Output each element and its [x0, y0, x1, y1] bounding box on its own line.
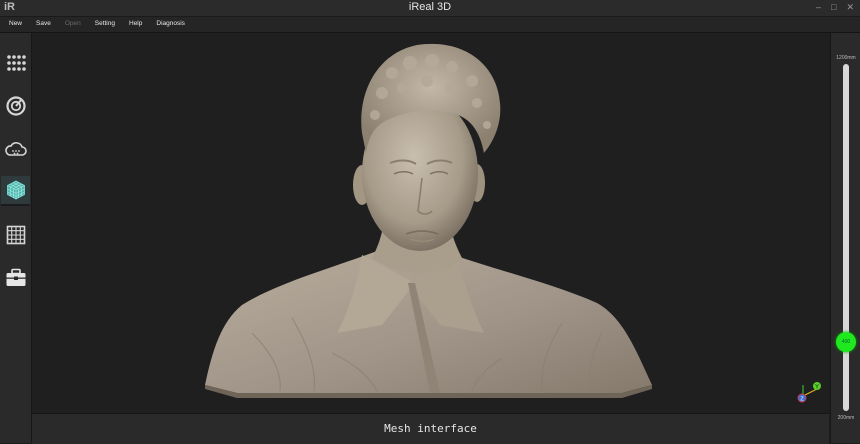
menu-setting[interactable]: Setting — [95, 20, 115, 27]
minimize-button[interactable]: – — [816, 2, 821, 13]
menu-new[interactable]: New — [9, 20, 22, 27]
mesh-model: Y Z — [205, 43, 821, 403]
window-controls: – □ ✕ — [816, 2, 854, 13]
distance-slider-handle[interactable]: 400 — [836, 332, 856, 352]
menu-help[interactable]: Help — [129, 20, 142, 27]
3d-viewport[interactable]: Y Z — [32, 33, 829, 413]
menu-diagnosis[interactable]: Diagnosis — [156, 20, 185, 27]
distance-panel: 1200mm 400 200mm — [830, 33, 860, 443]
menu-bar: New Save Open Setting Help Diagnosis — [0, 17, 860, 33]
menu-open: Open — [64, 20, 81, 27]
status-bar: Mesh interface — [32, 413, 829, 444]
toolbox-icon — [6, 268, 25, 286]
sidebar-item-mesh[interactable] — [1, 176, 30, 206]
maximize-button[interactable]: □ — [831, 2, 836, 13]
distance-slider-track[interactable] — [843, 64, 849, 411]
y-axis-label: Y — [815, 385, 819, 391]
grid-dots-icon — [6, 55, 26, 71]
sidebar-item-scan[interactable] — [1, 92, 30, 120]
sidebar-item-texture[interactable] — [1, 221, 30, 249]
left-toolbar — [0, 33, 32, 443]
sidebar-item-tools[interactable] — [1, 264, 30, 292]
slider-max-label: 1200mm — [836, 55, 856, 61]
close-button[interactable]: ✕ — [846, 2, 854, 13]
cloud-icon — [4, 142, 27, 156]
axis-gizmo: Y Z — [797, 382, 821, 403]
sidebar-item-device[interactable] — [1, 49, 30, 77]
scan-target-icon — [5, 96, 26, 116]
status-text: Mesh interface — [384, 422, 477, 435]
slider-min-label: 200mm — [837, 415, 855, 421]
mesh-cube-icon — [6, 180, 25, 200]
menu-save[interactable]: Save — [36, 20, 51, 27]
grid-icon — [6, 225, 25, 245]
window-title: iReal 3D — [408, 1, 452, 13]
title-bar: iR iReal 3D – □ ✕ — [0, 0, 860, 17]
sidebar-item-cloud[interactable] — [1, 135, 30, 163]
